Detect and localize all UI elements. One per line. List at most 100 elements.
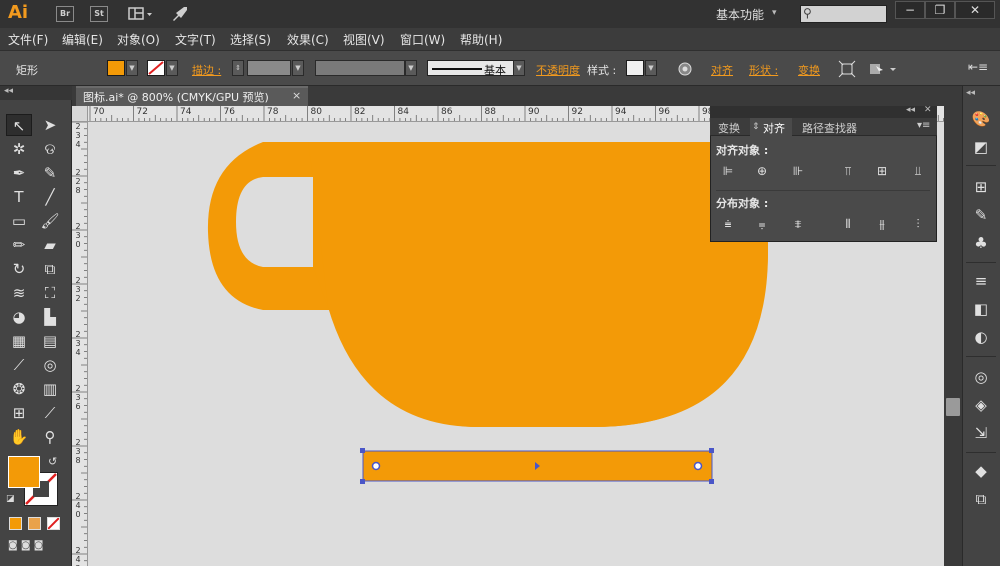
scale-tool-icon[interactable]: ⧉ — [37, 258, 63, 280]
eyedropper-tool-icon[interactable]: ⟋ — [6, 354, 32, 376]
tab-align[interactable]: 对齐 — [763, 120, 785, 136]
select-similar-button[interactable] — [868, 60, 900, 78]
menu-help[interactable]: 帮助(H) — [460, 31, 502, 48]
swatches-icon[interactable]: ⊞ — [970, 176, 992, 198]
close-icon[interactable]: ✕ — [955, 1, 995, 19]
artboards-icon[interactable]: ⧉ — [970, 488, 992, 510]
curvature-tool-icon[interactable]: ✎ — [37, 162, 63, 184]
blend-tool-icon[interactable]: ◎ — [37, 354, 63, 376]
tab-transform[interactable]: 变换 — [718, 120, 740, 136]
shape-builder-tool-icon[interactable]: ◕ — [6, 306, 32, 328]
arrange-documents-button[interactable] — [128, 5, 156, 23]
variable-width-profile[interactable] — [315, 60, 405, 76]
stroke-label[interactable]: 描边 : — [192, 62, 221, 78]
stroke-dropdown[interactable]: ▼ — [166, 60, 178, 76]
symbol-sprayer-tool-icon[interactable]: ❂ — [6, 378, 32, 400]
brushes-icon[interactable]: ✎ — [970, 204, 992, 226]
stroke-panel-icon[interactable]: ≡ — [970, 270, 992, 292]
align-horizontal-center-icon[interactable]: ⊕ — [752, 162, 772, 180]
color-panel-icon[interactable]: ◩ — [970, 136, 992, 158]
search-input[interactable] — [800, 5, 887, 23]
stroke-weight-stepper[interactable]: ⇕ — [232, 60, 244, 76]
brush-definition[interactable]: 基本 — [427, 60, 525, 77]
distribute-horizontal-center-icon[interactable]: ⫵ — [872, 215, 892, 233]
stroke-weight-field[interactable] — [247, 60, 291, 76]
perspective-grid-tool-icon[interactable]: ▙ — [37, 306, 63, 328]
gpu-performance-button[interactable] — [170, 4, 190, 24]
graphic-style-swatch[interactable] — [626, 60, 644, 76]
workspace-switcher[interactable]: 基本功能 — [716, 6, 764, 23]
restore-icon[interactable]: ❐ — [925, 1, 955, 19]
distribute-left-icon[interactable]: ⫴ — [838, 215, 858, 233]
symbols-icon[interactable]: ♣ — [970, 232, 992, 254]
menu-select[interactable]: 选择(S) — [230, 31, 271, 48]
expand-dock-icon[interactable]: ◂◂ — [966, 88, 975, 98]
drawing-modes[interactable]: ◙ ◙ ◙ — [8, 540, 64, 556]
menu-edit[interactable]: 编辑(E) — [62, 31, 103, 48]
distribute-top-icon[interactable]: ⩧ — [718, 215, 738, 233]
color-guide-icon[interactable]: 🎨 — [970, 108, 992, 130]
distribute-right-icon[interactable]: ⫶ — [908, 215, 928, 233]
variable-width-dropdown[interactable]: ▼ — [405, 60, 417, 76]
collapse-icon[interactable]: ◂◂ — [906, 105, 915, 115]
tab-pathfinder[interactable]: 路径查找器 — [802, 120, 857, 136]
distribute-bottom-icon[interactable]: ⩨ — [788, 215, 808, 233]
panel-menu-icon[interactable]: ⇤≡ — [968, 60, 988, 78]
menu-effect[interactable]: 效果(C) — [287, 31, 329, 48]
slice-tool-icon[interactable]: ⟋ — [37, 402, 63, 424]
magic-wand-tool-icon[interactable]: ✲ — [6, 138, 32, 160]
close-icon[interactable]: ✕ — [924, 105, 932, 115]
opacity-link[interactable]: 不透明度 — [536, 62, 580, 78]
collapse-icon[interactable]: ◂◂ — [4, 86, 13, 96]
graphic-styles-icon[interactable]: ◈ — [970, 394, 992, 416]
selection-tool-icon[interactable]: ↖ — [6, 114, 32, 136]
fill-color-front[interactable] — [8, 456, 40, 488]
vertical-scrollbar[interactable] — [944, 106, 962, 566]
none-mode-icon[interactable] — [47, 517, 60, 530]
width-tool-icon[interactable]: ≋ — [6, 282, 32, 304]
shape-link[interactable]: 形状 : — [749, 62, 778, 78]
menu-object[interactable]: 对象(O) — [117, 31, 160, 48]
column-graph-tool-icon[interactable]: ▥ — [37, 378, 63, 400]
isolate-object-button[interactable] — [838, 60, 856, 78]
distribute-vertical-center-icon[interactable]: ⩦ — [752, 215, 772, 233]
free-transform-tool-icon[interactable]: ⛶ — [37, 282, 63, 304]
default-colors-icon[interactable]: ◪ — [6, 494, 15, 504]
align-bottom-icon[interactable]: ⫫ — [908, 162, 928, 180]
eraser-tool-icon[interactable]: ▰ — [37, 234, 63, 256]
align-top-icon[interactable]: ⫪ — [838, 162, 858, 180]
menu-type[interactable]: 文字(T) — [175, 31, 216, 48]
align-link[interactable]: 对齐 — [711, 62, 733, 78]
recolor-artwork-button[interactable] — [676, 60, 694, 78]
menu-view[interactable]: 视图(V) — [343, 31, 385, 48]
direct-selection-tool-icon[interactable]: ➤ — [37, 114, 63, 136]
transparency-icon[interactable]: ◐ — [970, 326, 992, 348]
stroke-swatch[interactable] — [147, 60, 165, 76]
fill-dropdown[interactable]: ▼ — [126, 60, 138, 76]
rotate-tool-icon[interactable]: ↻ — [6, 258, 32, 280]
stock-button[interactable]: St — [90, 6, 108, 22]
vertical-scroll-thumb[interactable] — [946, 398, 960, 416]
transform-link[interactable]: 变换 — [798, 62, 820, 78]
export-icon[interactable]: ⇲ — [970, 422, 992, 444]
artboard-tool-icon[interactable]: ⊞ — [6, 402, 32, 424]
zoom-tool-icon[interactable]: ⚲ — [37, 426, 63, 448]
layers-icon[interactable]: ◆ — [970, 460, 992, 482]
ruler-origin[interactable] — [72, 106, 88, 122]
graphic-style-dropdown[interactable]: ▼ — [645, 60, 657, 76]
gradient-mode-icon[interactable] — [28, 517, 41, 530]
close-icon[interactable]: × — [292, 89, 301, 102]
lasso-tool-icon[interactable]: ଡ — [37, 138, 63, 160]
fill-swatch[interactable] — [107, 60, 125, 76]
pen-tool-icon[interactable]: ✒ — [6, 162, 32, 184]
type-tool-icon[interactable]: T — [6, 186, 32, 208]
align-left-icon[interactable]: ⊫ — [718, 162, 738, 180]
pencil-tool-icon[interactable]: ✏ — [6, 234, 32, 256]
hand-tool-icon[interactable]: ✋ — [6, 426, 32, 448]
bridge-button[interactable]: Br — [56, 6, 74, 22]
paintbrush-tool-icon[interactable]: 🖌 — [37, 210, 63, 232]
line-tool-icon[interactable]: ╱ — [37, 186, 63, 208]
stroke-weight-dropdown[interactable]: ▼ — [292, 60, 304, 76]
color-mode-icon[interactable] — [9, 517, 22, 530]
align-vertical-center-icon[interactable]: ⊞ — [872, 162, 892, 180]
